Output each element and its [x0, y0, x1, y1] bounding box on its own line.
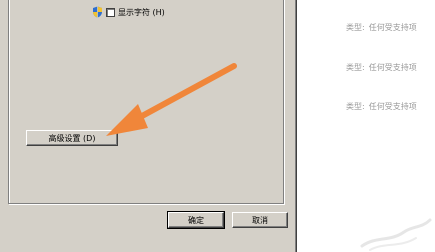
- show-chars-option[interactable]: 显示字符 (H): [92, 5, 165, 19]
- advanced-settings-label: 高级设置 (D): [48, 133, 96, 143]
- side-info-label: 类型:: [346, 23, 365, 32]
- options-group: [8, 0, 284, 204]
- ok-button-label: 确定: [188, 215, 204, 225]
- show-chars-label: 显示字符 (H): [118, 7, 165, 17]
- side-info-label: 类型:: [346, 63, 365, 72]
- side-info-value: 任何受支持项: [368, 63, 417, 72]
- watermark-logo: [360, 218, 432, 251]
- side-info-row: 类型: 任何受支持项: [346, 22, 417, 33]
- side-info-label: 类型:: [346, 102, 365, 111]
- cancel-button-label: 取消: [252, 215, 268, 225]
- show-chars-checkbox[interactable]: [106, 7, 115, 17]
- side-info-row: 类型: 任何受支持项: [346, 62, 417, 73]
- side-info-value: 任何受支持项: [368, 23, 417, 32]
- cancel-button[interactable]: 取消: [232, 212, 288, 228]
- side-info-value: 任何受支持项: [368, 102, 417, 111]
- ok-button[interactable]: 确定: [167, 211, 225, 229]
- side-info-row: 类型: 任何受支持项: [346, 101, 417, 112]
- settings-dialog: 显示字符 (H) 高级设置 (D) 确定 取消: [0, 0, 298, 252]
- dialog-right-border: [294, 0, 298, 252]
- advanced-settings-button[interactable]: 高级设置 (D): [26, 130, 118, 146]
- uac-shield-icon: [93, 6, 102, 18]
